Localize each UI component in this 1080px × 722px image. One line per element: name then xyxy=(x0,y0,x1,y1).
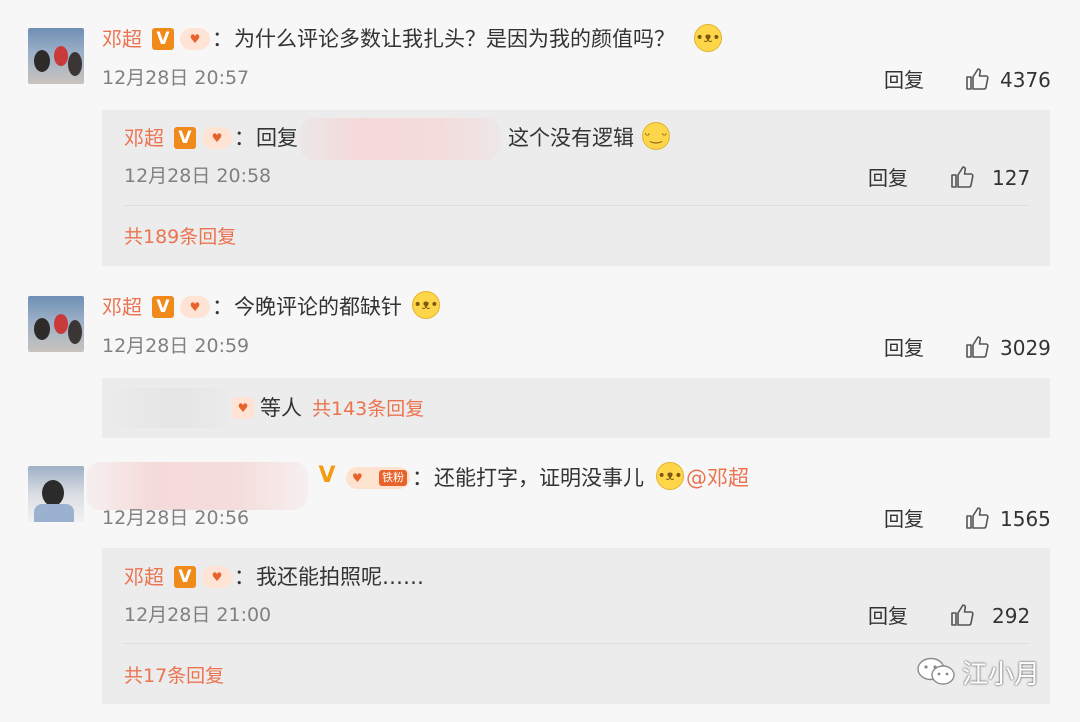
username[interactable]: 邓超 xyxy=(102,295,142,319)
verified-badge: V xyxy=(318,463,336,488)
avatar[interactable] xyxy=(28,296,84,352)
thumbs-up-icon[interactable] xyxy=(965,67,989,91)
divider xyxy=(124,205,1030,206)
colon: ： xyxy=(234,565,255,589)
fan-badge-icon: ♥ 铁粉 xyxy=(346,467,410,489)
avatar[interactable] xyxy=(28,28,84,84)
reply-text: 我还能拍照呢…… xyxy=(256,565,424,589)
thumbs-up-icon[interactable] xyxy=(965,335,989,359)
comment-time: 12月28日 20:57 xyxy=(102,67,250,89)
more-replies-link[interactable]: 共17条回复 xyxy=(124,664,224,688)
thumbs-up-icon[interactable] xyxy=(950,165,974,189)
reply-prefix: 回复 xyxy=(256,126,298,150)
colon: ： xyxy=(212,295,233,319)
reply-time: 12月28日 21:00 xyxy=(124,604,272,626)
comment-text: 还能打字，证明没事儿 xyxy=(434,466,644,490)
smile-emoji-icon: ᵕ‿ᵕ xyxy=(642,122,670,150)
verified-badge: V xyxy=(174,566,196,588)
comment-text: 今晚评论的都缺针 xyxy=(234,295,402,319)
verified-badge: V xyxy=(174,127,196,149)
redacted-username xyxy=(110,388,230,428)
reply-button[interactable]: 回复 xyxy=(868,166,908,190)
more-replies-link[interactable]: 共189条回复 xyxy=(124,225,236,249)
reply-username[interactable]: 邓超 xyxy=(124,126,164,150)
doge-emoji-icon: •ᴥ• xyxy=(694,24,722,52)
colon: ： xyxy=(212,27,233,51)
like-count: 4376 xyxy=(1000,68,1051,92)
avatar[interactable] xyxy=(28,466,84,522)
username[interactable]: 邓超 xyxy=(102,27,142,51)
redacted-username xyxy=(300,118,500,160)
colon: ： xyxy=(234,126,255,150)
like-count: 127 xyxy=(992,166,1031,190)
watermark-text: 江小月 xyxy=(962,660,1041,690)
comment-time: 12月28日 20:56 xyxy=(102,507,250,529)
like-count: 1565 xyxy=(1000,507,1051,531)
thumbs-up-icon[interactable] xyxy=(965,506,989,530)
reply-text: 这个没有逻辑 xyxy=(508,126,634,150)
reply-button[interactable]: 回复 xyxy=(884,68,924,92)
verified-badge: V xyxy=(152,28,174,50)
reply-button[interactable]: 回复 xyxy=(884,507,924,531)
like-count: 3029 xyxy=(1000,336,1051,360)
divider xyxy=(124,643,1030,644)
fan-badge-icon: ♥ xyxy=(180,296,210,318)
more-replies-link[interactable]: 共143条回复 xyxy=(312,397,424,421)
more-text: 等人 xyxy=(260,396,302,420)
fan-badge-icon: ♥ xyxy=(232,397,254,419)
like-count: 292 xyxy=(992,604,1031,628)
comment-text: 为什么评论多数让我扎头？是因为我的颜值吗？ xyxy=(234,27,675,51)
mention-link[interactable]: @邓超 xyxy=(686,465,749,491)
verified-badge: V xyxy=(152,296,174,318)
redacted-username xyxy=(86,462,308,510)
reply-username[interactable]: 邓超 xyxy=(124,565,164,589)
comment-time: 12月28日 20:59 xyxy=(102,335,250,357)
reply-button[interactable]: 回复 xyxy=(868,604,908,628)
doge-emoji-icon: •ᴥ• xyxy=(412,291,440,319)
colon: ： xyxy=(412,466,433,490)
thumbs-up-icon[interactable] xyxy=(950,603,974,627)
fan-badge-icon: ♥ xyxy=(202,127,232,149)
doge-emoji-icon: •ᴥ• xyxy=(656,462,684,490)
reply-button[interactable]: 回复 xyxy=(884,336,924,360)
reply-time: 12月28日 20:58 xyxy=(124,165,272,187)
fan-badge-icon: ♥ xyxy=(202,566,232,588)
wechat-icon xyxy=(917,657,955,685)
fan-badge-icon: ♥ xyxy=(180,28,210,50)
fan-tag: 铁粉 xyxy=(379,470,407,486)
